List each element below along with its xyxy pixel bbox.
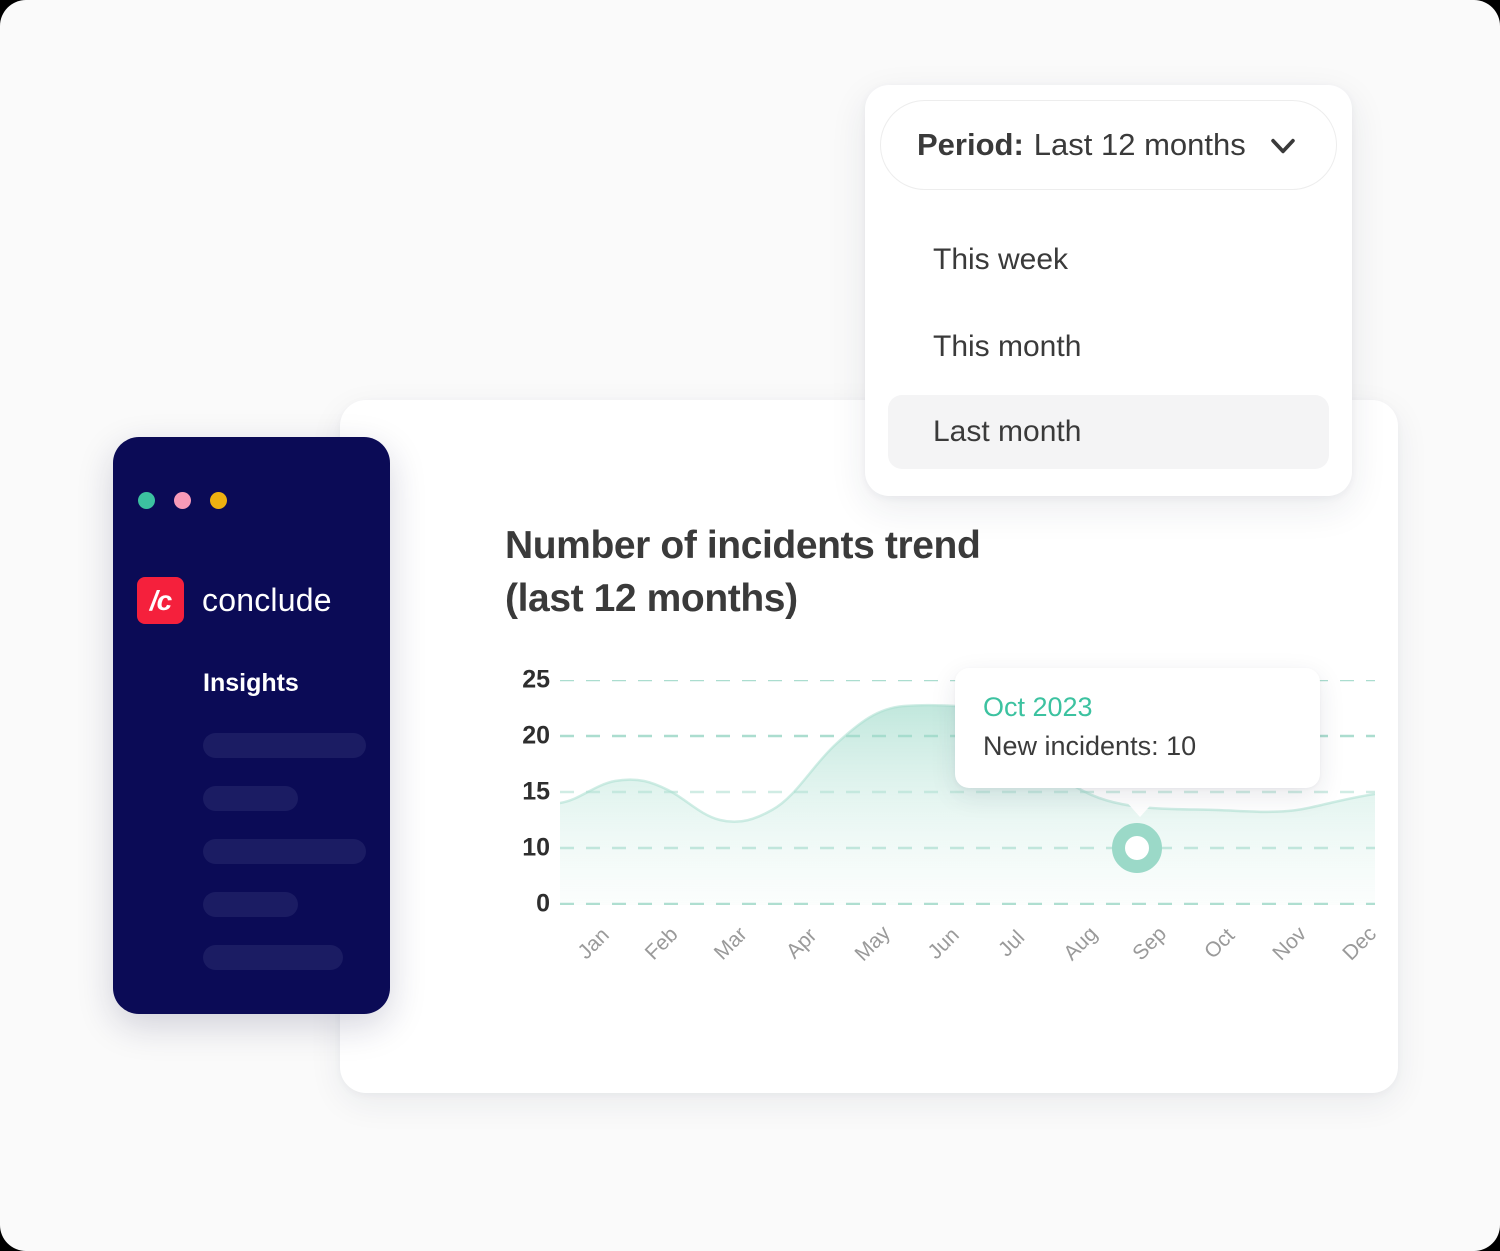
x-axis-tick: Oct [1199, 923, 1240, 964]
chart-y-axis: 25 20 15 10 0 [495, 666, 550, 918]
sidebar-item-placeholder[interactable] [203, 733, 366, 758]
y-axis-tick: 25 [522, 665, 550, 694]
y-axis-tick: 0 [536, 889, 550, 918]
x-axis-tick: Jun [923, 923, 964, 964]
period-dropdown-trigger[interactable]: Period: Last 12 months [880, 100, 1337, 190]
period-dropdown-label: Period: [917, 127, 1024, 162]
period-option-last-month[interactable]: Last month [888, 395, 1329, 469]
period-option-this-month[interactable]: This month [888, 310, 1329, 384]
x-axis-tick: Feb [640, 922, 683, 965]
x-axis-tick: Dec [1338, 922, 1381, 965]
sidebar-section-heading: Insights [203, 669, 299, 697]
brand-name-label: conclude [202, 582, 332, 618]
tooltip-value-label: New incidents: 10 [983, 731, 1197, 761]
sidebar-item-placeholder[interactable] [203, 945, 343, 970]
y-axis-tick: 20 [522, 721, 550, 750]
tooltip-period-label: Oct 2023 [983, 692, 1093, 722]
conclude-logo-icon: /c [137, 577, 184, 624]
tooltip-arrow-icon [1123, 798, 1157, 817]
sidebar-item-placeholder[interactable] [203, 892, 298, 917]
traffic-light-pink-icon[interactable] [174, 492, 191, 509]
brand-logo[interactable]: /c conclude [137, 577, 332, 624]
sidebar-nav-skeleton [203, 733, 373, 998]
chevron-down-icon[interactable] [1266, 128, 1300, 162]
x-axis-tick: Aug [1059, 922, 1102, 965]
window-controls [138, 492, 227, 509]
sidebar-item-placeholder[interactable] [203, 786, 298, 811]
traffic-light-green-icon[interactable] [138, 492, 155, 509]
x-axis-tick: May [850, 921, 895, 966]
period-dropdown-panel: Period: Last 12 months This week This mo… [865, 85, 1352, 496]
period-dropdown-value: Last 12 months [1033, 127, 1246, 162]
x-axis-tick: Jul [994, 926, 1030, 962]
chart-data-point-marker[interactable] [1112, 823, 1162, 873]
x-axis-tick: Mar [709, 922, 752, 965]
traffic-light-yellow-icon[interactable] [210, 492, 227, 509]
x-axis-tick: Nov [1268, 922, 1311, 965]
chart-tooltip: Oct 2023 New incidents: 10 [955, 668, 1320, 788]
page-title: Number of incidents trend (last 12 month… [505, 524, 981, 620]
app-sidebar-window: /c conclude Insights [113, 437, 390, 1014]
y-axis-tick: 15 [522, 777, 550, 806]
chart-x-axis: Jan Feb Mar Apr May Jun Jul Aug Sep Oct … [560, 918, 1381, 988]
x-axis-tick: Apr [781, 923, 822, 964]
x-axis-tick: Jan [573, 923, 614, 964]
screenshot-root: Number of incidents trend (last 12 month… [0, 0, 1500, 1251]
sidebar-item-placeholder[interactable] [203, 839, 366, 864]
period-option-this-week[interactable]: This week [888, 223, 1329, 297]
x-axis-tick: Sep [1128, 922, 1171, 965]
y-axis-tick: 10 [522, 833, 550, 862]
